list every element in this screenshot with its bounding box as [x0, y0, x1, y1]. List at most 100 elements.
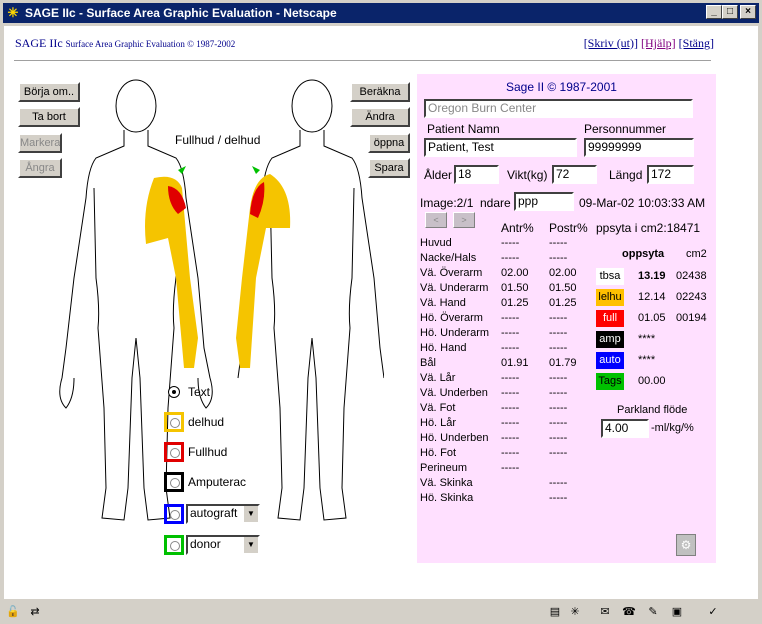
close-button[interactable]: × [740, 5, 756, 19]
post-cell: 01.79 [549, 357, 577, 369]
amputated-swatch[interactable] [164, 472, 184, 492]
post-cell: ----- [549, 237, 568, 249]
navigator-icon[interactable]: ✳ [566, 605, 584, 619]
center-field[interactable]: Oregon Burn Center [424, 99, 693, 118]
page-content: SAGE IIc Surface Area Graphic Evaluation… [4, 26, 758, 599]
post-cell: ----- [549, 447, 568, 459]
ant-cell: ----- [501, 312, 520, 324]
post-cell: 01.50 [549, 282, 577, 294]
summary-cm2: 02243 [676, 291, 707, 303]
post-cell: ----- [549, 252, 568, 264]
summary-tag[interactable]: amp [596, 331, 624, 348]
summary-pct: **** [638, 354, 656, 366]
post-cell: ----- [549, 312, 568, 324]
post-cell: ----- [549, 372, 568, 384]
discussion-icon[interactable]: ☎ [620, 605, 638, 619]
table-row: Vä. Underben [420, 387, 488, 399]
ant-cell: ----- [501, 447, 520, 459]
table-row: Hö. Hand [420, 342, 467, 354]
col-post-header: Postr% [549, 221, 588, 235]
partial-swatch[interactable] [164, 412, 184, 432]
chevron-down-icon[interactable]: ▼ [244, 506, 258, 522]
table-row: Hö. Underben [420, 432, 489, 444]
header-links: [Skriv (ut)] [Hjälp] [Stäng] [584, 36, 714, 51]
address-book-icon[interactable]: ▣ [668, 605, 686, 619]
table-row: Nacke/Hals [420, 252, 477, 264]
minimize-button[interactable]: _ [706, 5, 722, 19]
ant-cell: ----- [501, 402, 520, 414]
post-cell: ----- [549, 327, 568, 339]
autograft-select[interactable]: autograft ▼ [186, 504, 260, 524]
table-row: Huvud [420, 237, 452, 249]
post-cell: ----- [549, 342, 568, 354]
ant-cell: ----- [501, 432, 520, 444]
col-area-header: ppsyta i cm2:18471 [596, 221, 701, 235]
chevron-down-icon[interactable]: ▼ [244, 537, 258, 553]
ant-cell: 02.00 [501, 267, 529, 279]
user-label: ndare [480, 196, 511, 210]
weight-field[interactable]: 72 [552, 165, 597, 184]
ant-cell: 01.50 [501, 282, 529, 294]
summary-tag[interactable]: lelhu [596, 289, 624, 306]
text-radio[interactable] [168, 386, 180, 398]
edit-icon[interactable]: ✓ [704, 605, 722, 619]
prev-image-button[interactable]: < [425, 212, 447, 228]
front-marker [178, 166, 186, 174]
next-image-button[interactable]: > [453, 212, 475, 228]
summary-pct: 13.19 [638, 270, 666, 282]
mail-icon[interactable]: ✉ [596, 605, 614, 619]
summary-pct: **** [638, 333, 656, 345]
user-field[interactable]: ppp [514, 192, 574, 211]
table-row: Vä. Överarm [420, 267, 483, 279]
composer-icon[interactable]: ✎ [644, 605, 662, 619]
connection-icon: ⇄ [30, 606, 40, 618]
ant-cell: 01.25 [501, 297, 529, 309]
donor-swatch[interactable] [164, 535, 184, 555]
maximize-button[interactable]: □ [722, 5, 738, 19]
patient-name-field[interactable]: Patient, Test [424, 138, 577, 157]
ant-cell: ----- [501, 417, 520, 429]
donor-select[interactable]: donor ▼ [186, 535, 260, 555]
patient-name-label: Patient Namn [427, 122, 500, 136]
help-link[interactable]: [Hjälp] [641, 36, 676, 50]
post-cell: 01.25 [549, 297, 577, 309]
summary-tag[interactable]: auto [596, 352, 624, 369]
post-cell: 02.00 [549, 267, 577, 279]
summary-tag[interactable]: tbsa [596, 268, 624, 285]
autograft-swatch[interactable] [164, 504, 184, 524]
col-ant-header: Antr% [501, 221, 534, 235]
applet-icon[interactable]: ⚙ [676, 534, 696, 556]
age-field[interactable]: 18 [454, 165, 499, 184]
age-label: Ålder [424, 168, 453, 182]
datetime: 09-Mar-02 10:03:33 AM [579, 196, 706, 210]
summary-pct: 00.00 [638, 375, 666, 387]
summary-cm2: 02438 [676, 270, 707, 282]
table-row: Hö. Lår [420, 417, 457, 429]
weight-label: Vikt(kg) [507, 168, 548, 182]
front-partial-burn [145, 176, 198, 368]
close-link[interactable]: [Stäng] [679, 36, 714, 50]
ant-cell: ----- [501, 387, 520, 399]
parkland-unit: -ml/kg/% [651, 422, 694, 434]
person-number-field[interactable]: 99999999 [584, 138, 694, 157]
summary-tag[interactable]: Tags [596, 373, 624, 390]
summary-tag[interactable]: full [596, 310, 624, 327]
summary-pct: 01.05 [638, 312, 666, 324]
print-link[interactable]: [Skriv (ut)] [584, 36, 638, 50]
page-title: SAGE IIc Surface Area Graphic Evaluation… [15, 36, 235, 51]
post-cell: ----- [549, 492, 568, 504]
full-swatch[interactable] [164, 442, 184, 462]
page-info-icon[interactable]: ▤ [546, 605, 564, 619]
summary-cm2: 00194 [676, 312, 707, 324]
ant-values: ----- ----- 02.00 01.50 01.25 ----- ----… [501, 236, 541, 506]
post-cell: ----- [549, 417, 568, 429]
ant-cell: ----- [501, 342, 520, 354]
table-row: Bål [420, 357, 436, 369]
image-label: Image:2/1 [420, 196, 474, 210]
table-row: Vä. Fot [420, 402, 456, 414]
ant-cell: ----- [501, 237, 520, 249]
parkland-field[interactable]: 4.00 [601, 419, 649, 438]
security-lock-icon[interactable]: 🔓 [4, 605, 22, 619]
app-icon: ✳ [7, 5, 19, 20]
height-field[interactable]: 172 [647, 165, 694, 184]
